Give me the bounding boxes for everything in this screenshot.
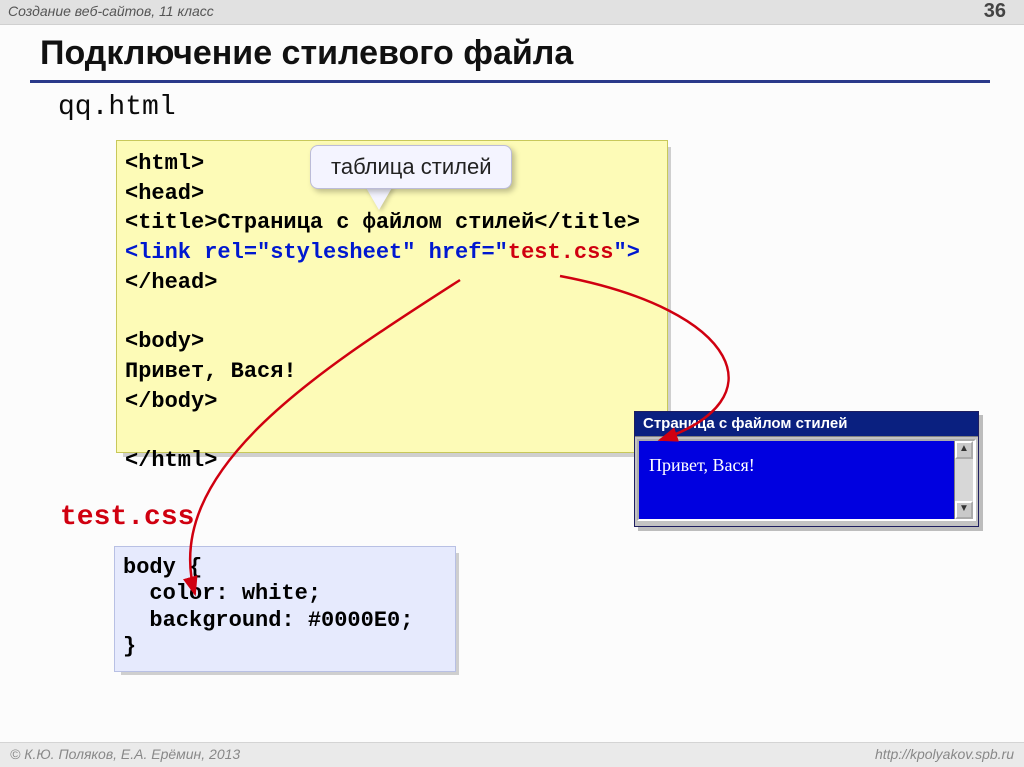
scroll-up-button[interactable]: ▲	[955, 441, 973, 459]
code-line: <body>	[125, 329, 204, 354]
copyright: © К.Ю. Поляков, Е.А. Ерёмин, 2013	[10, 746, 240, 762]
code-link-tag: <link rel="stylesheet" href="	[125, 240, 508, 265]
code-css-box: body { color: white; background: #0000E0…	[114, 546, 456, 672]
browser-window: Страница с файлом стилей Привет, Вася! ▲…	[634, 411, 979, 527]
code-line: </html>	[125, 448, 217, 473]
header-bar: Создание веб-сайтов, 11 класс 36	[0, 0, 1024, 25]
callout-stylesheet: таблица стилей	[310, 145, 512, 189]
code-line: </title>	[534, 210, 640, 235]
code-line: </body>	[125, 389, 217, 414]
course-label: Создание веб-сайтов, 11 класс	[8, 3, 214, 19]
title-underline	[30, 80, 990, 83]
css-line: color: white;	[123, 581, 321, 606]
html-filename: qq.html	[58, 92, 176, 123]
css-line: background: #0000E0;	[123, 608, 413, 633]
page-number: 36	[984, 0, 1006, 23]
code-link-tag-end: ">	[614, 240, 640, 265]
code-link-href: test.css	[508, 240, 614, 265]
footer-bar: © К.Ю. Поляков, Е.А. Ерёмин, 2013 http:/…	[0, 742, 1024, 767]
site-url: http://kpolyakov.spb.ru	[875, 746, 1014, 762]
css-line: }	[123, 634, 136, 659]
scrollbar[interactable]: ▲ ▼	[954, 441, 974, 519]
code-text: Страница с файлом стилей	[217, 210, 534, 235]
code-line: <html>	[125, 151, 204, 176]
scroll-down-button[interactable]: ▼	[955, 501, 973, 519]
code-line: <head>	[125, 181, 204, 206]
browser-viewport: Привет, Вася! ▲ ▼	[637, 439, 976, 521]
code-line: </head>	[125, 270, 217, 295]
browser-body-wrap: Привет, Вася! ▲ ▼	[635, 436, 978, 524]
callout-arrow-icon	[365, 186, 393, 210]
browser-titlebar: Страница с файлом стилей	[635, 412, 978, 436]
browser-body-text: Привет, Вася!	[649, 455, 755, 475]
code-line: <title>	[125, 210, 217, 235]
page-title: Подключение стилевого файла	[40, 34, 573, 73]
css-filename: test.css	[60, 502, 194, 533]
code-text: Привет, Вася!	[125, 359, 297, 384]
css-line: body {	[123, 555, 202, 580]
slide: Создание веб-сайтов, 11 класс 36 Подключ…	[0, 0, 1024, 767]
